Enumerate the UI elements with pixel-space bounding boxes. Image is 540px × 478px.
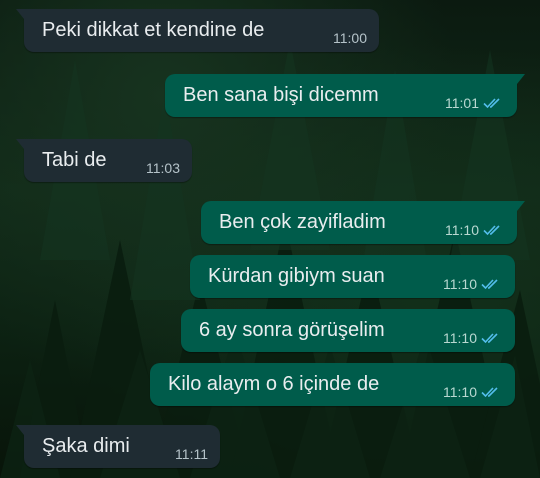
message-text: 6 ay sonra görüşelim xyxy=(199,319,385,341)
double-check-icon xyxy=(483,97,500,108)
double-check-icon xyxy=(483,224,500,235)
message-text: Kürdan gibiym suan xyxy=(208,265,385,287)
message-bubble-outgoing[interactable]: Kilo alaym o 6 içinde de 11:10 xyxy=(150,363,515,406)
message-meta: 11:10 xyxy=(443,276,503,292)
message-bubble-outgoing[interactable]: Kürdan gibiym suan 11:10 xyxy=(190,255,515,298)
double-check-icon xyxy=(481,386,498,397)
message-text: Tabi de xyxy=(42,149,107,171)
message-text: Ben çok zayifladim xyxy=(219,211,386,233)
message-time: 11:10 xyxy=(443,329,477,346)
message-bubble-outgoing[interactable]: 6 ay sonra görüşelim 11:10 xyxy=(181,309,515,352)
message-bubble-incoming[interactable]: Tabi de 11:03 xyxy=(16,139,192,182)
message-time: 11:10 xyxy=(443,383,477,400)
message-meta: 11:01 xyxy=(445,95,505,111)
double-check-icon xyxy=(481,278,498,289)
message-text: Şaka dimi xyxy=(42,435,130,457)
message-meta: 11:11 xyxy=(175,446,208,462)
message-time: 11:10 xyxy=(445,221,479,238)
message-text: Peki dikkat et kendine de xyxy=(42,19,265,41)
message-meta: 11:10 xyxy=(443,330,503,346)
message-text: Kilo alaym o 6 içinde de xyxy=(168,373,380,395)
message-time: 11:10 xyxy=(443,275,477,292)
message-bubble-outgoing[interactable]: Ben sana bişi dicemm 11:01 xyxy=(165,74,525,117)
message-bubble-outgoing[interactable]: Ben çok zayifladim 11:10 xyxy=(201,201,525,244)
message-time: 11:01 xyxy=(445,94,479,111)
message-time: 11:11 xyxy=(175,445,208,462)
message-meta: 11:10 xyxy=(445,222,505,238)
message-bubble-incoming[interactable]: Şaka dimi 11:11 xyxy=(16,425,220,468)
message-meta: 11:03 xyxy=(146,160,180,176)
message-bubble-incoming[interactable]: Peki dikkat et kendine de 11:00 xyxy=(16,9,379,52)
message-meta: 11:10 xyxy=(443,384,503,400)
message-text: Ben sana bişi dicemm xyxy=(183,84,379,106)
message-meta: 11:00 xyxy=(333,30,367,46)
double-check-icon xyxy=(481,332,498,343)
message-time: 11:00 xyxy=(333,29,367,46)
message-time: 11:03 xyxy=(146,159,180,176)
